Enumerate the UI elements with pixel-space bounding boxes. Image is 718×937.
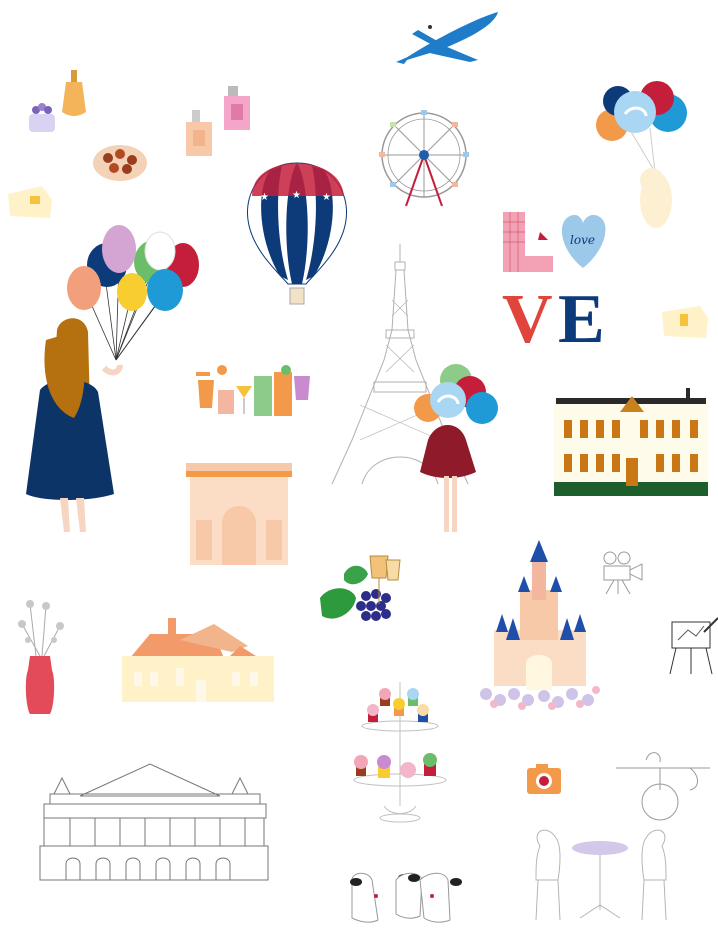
airplane-icon [396,12,498,64]
svg-text:★: ★ [260,192,269,203]
cafe-table-icon [535,829,667,921]
girl-in-red-icon [414,364,498,532]
ferris-wheel-icon [379,110,469,207]
castle-icon [480,540,600,710]
perfume-bottle-icon [62,70,250,156]
sticker-sheet: ★ ★ ★ love V E [8,12,718,923]
camera-icon [527,764,561,794]
love-heart-script: love [570,233,595,247]
grapes-wine-icon [320,555,401,621]
love-word: love V E [502,212,606,358]
hot-air-balloon-icon: ★ ★ ★ [247,162,347,305]
balloons-bear-icon [596,81,687,228]
cocktails-icon [196,365,310,416]
svg-text:★: ★ [292,190,301,201]
dogs-icon [350,872,462,923]
street-lamp-icon [616,752,710,821]
macaron-plate-icon [93,145,147,181]
chateau-icon [554,388,708,496]
easel-icon [669,617,718,675]
svg-text:★: ★ [322,192,331,203]
love-letter-v: V [502,281,553,358]
movie-camera-icon [603,551,643,595]
vase-icon [18,600,64,714]
house-icon [122,618,274,702]
cupcake-stand-icon [353,682,447,823]
girl-with-balloons-icon [26,225,199,532]
arc-de-triomphe-icon [186,463,292,565]
flower-pot-icon [29,103,55,132]
opera-house-icon [39,763,269,881]
love-letter-e: E [558,281,605,358]
